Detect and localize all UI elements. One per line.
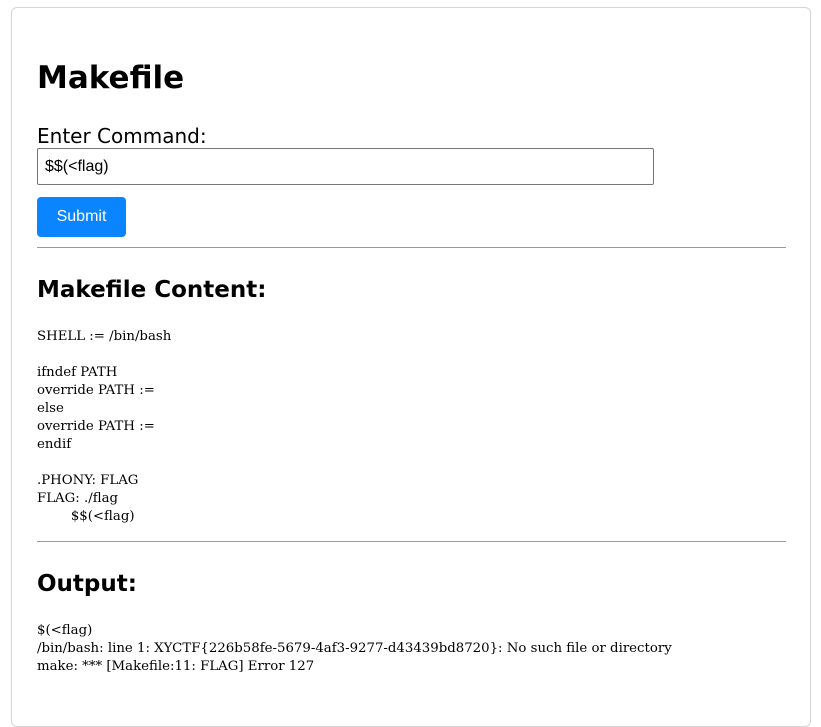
makefile-content-heading: Makefile Content: bbox=[37, 277, 267, 303]
divider bbox=[37, 247, 786, 248]
divider bbox=[37, 541, 786, 542]
command-input[interactable] bbox=[37, 148, 654, 185]
main-card: Makefile Enter Command: Submit Makefile … bbox=[11, 7, 811, 727]
submit-button[interactable]: Submit bbox=[37, 197, 126, 237]
makefile-content: SHELL := /bin/bash ifndef PATH override … bbox=[37, 329, 172, 524]
page-title: Makefile bbox=[37, 60, 185, 96]
command-output: $(<flag) /bin/bash: line 1: XYCTF{226b58… bbox=[37, 623, 672, 674]
output-heading: Output: bbox=[37, 571, 137, 597]
command-label: Enter Command: bbox=[37, 124, 207, 148]
